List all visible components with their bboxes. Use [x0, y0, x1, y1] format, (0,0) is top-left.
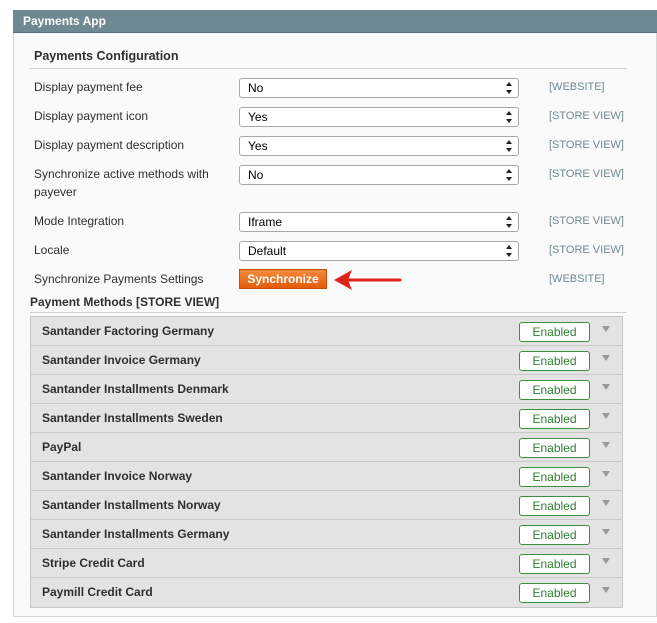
- select-value: Yes: [248, 139, 268, 153]
- expand-triangle-icon[interactable]: [602, 471, 610, 477]
- expand-triangle-icon[interactable]: [602, 326, 610, 332]
- scope-label: [STORE VIEW]: [549, 139, 624, 151]
- select-arrows-icon: [506, 82, 512, 94]
- sync-active-methods-select[interactable]: No: [239, 165, 519, 185]
- config-label: Display payment icon: [34, 109, 149, 123]
- enabled-badge: Enabled: [519, 554, 590, 574]
- select-value: No: [248, 168, 264, 182]
- synchronize-button[interactable]: Synchronize: [239, 269, 327, 289]
- method-row[interactable]: Paymill Credit Card Enabled: [31, 578, 622, 607]
- expand-triangle-icon[interactable]: [602, 587, 610, 593]
- payment-methods-list: Santander Factoring Germany Enabled Sant…: [30, 316, 623, 608]
- enabled-badge: Enabled: [519, 583, 590, 603]
- method-row[interactable]: PayPal Enabled: [31, 433, 622, 462]
- method-name: Santander Installments Denmark: [42, 382, 229, 396]
- enabled-badge: Enabled: [519, 496, 590, 516]
- expand-triangle-icon[interactable]: [602, 558, 610, 564]
- enabled-badge: Enabled: [519, 380, 590, 400]
- scope-label: [WEBSITE]: [549, 273, 605, 285]
- select-value: Default: [248, 244, 287, 258]
- method-name: Santander Installments Germany: [42, 527, 230, 541]
- config-label: Display payment fee: [34, 80, 143, 94]
- expand-triangle-icon[interactable]: [602, 442, 610, 448]
- method-name: Santander Installments Sweden: [42, 411, 223, 425]
- select-value: Iframe: [248, 215, 283, 229]
- method-name: Santander Installments Norway: [42, 498, 221, 512]
- method-name: PayPal: [42, 440, 82, 454]
- methods-divider: [30, 312, 627, 313]
- expand-triangle-icon[interactable]: [602, 413, 610, 419]
- select-arrows-icon: [506, 140, 512, 152]
- enabled-badge: Enabled: [519, 525, 590, 545]
- config-label: Display payment description: [34, 138, 185, 152]
- method-row[interactable]: Santander Installments Denmark Enabled: [31, 375, 622, 404]
- method-row[interactable]: Stripe Credit Card Enabled: [31, 549, 622, 578]
- method-row[interactable]: Santander Invoice Germany Enabled: [31, 346, 622, 375]
- config-label: Synchronize active methods with payever: [34, 167, 209, 199]
- expand-triangle-icon[interactable]: [602, 500, 610, 506]
- method-name: Paymill Credit Card: [42, 585, 153, 599]
- payment-methods-title: Payment Methods [STORE VIEW]: [30, 295, 220, 309]
- select-value: Yes: [248, 110, 268, 124]
- enabled-badge: Enabled: [519, 351, 590, 371]
- method-name: Santander Factoring Germany: [42, 324, 215, 338]
- locale-select[interactable]: Default: [239, 241, 519, 261]
- enabled-badge: Enabled: [519, 322, 590, 342]
- config-label: Locale: [34, 243, 70, 257]
- payment-fee-select[interactable]: No: [239, 78, 519, 98]
- select-value: No: [248, 81, 264, 95]
- config-label: Synchronize Payments Settings: [34, 272, 204, 286]
- select-arrows-icon: [506, 111, 512, 123]
- method-row[interactable]: Santander Factoring Germany Enabled: [31, 317, 622, 346]
- section-header[interactable]: Payments App: [13, 10, 657, 33]
- payment-icon-select[interactable]: Yes: [239, 107, 519, 127]
- enabled-badge: Enabled: [519, 467, 590, 487]
- scope-label: [STORE VIEW]: [549, 168, 624, 180]
- scope-label: [WEBSITE]: [549, 81, 605, 93]
- enabled-badge: Enabled: [519, 438, 590, 458]
- expand-triangle-icon[interactable]: [602, 529, 610, 535]
- config-label: Mode Integration: [34, 214, 125, 228]
- mode-integration-select[interactable]: Iframe: [239, 212, 519, 232]
- select-arrows-icon: [506, 245, 512, 257]
- method-row[interactable]: Santander Installments Germany Enabled: [31, 520, 622, 549]
- method-name: Santander Invoice Germany: [42, 353, 201, 367]
- expand-triangle-icon[interactable]: [602, 355, 610, 361]
- method-name: Stripe Credit Card: [42, 556, 145, 570]
- method-row[interactable]: Santander Installments Sweden Enabled: [31, 404, 622, 433]
- annotation-arrow-icon: [334, 270, 402, 290]
- scope-label: [STORE VIEW]: [549, 215, 624, 227]
- expand-triangle-icon[interactable]: [602, 384, 610, 390]
- enabled-badge: Enabled: [519, 409, 590, 429]
- scope-label: [STORE VIEW]: [549, 110, 624, 122]
- payment-description-select[interactable]: Yes: [239, 136, 519, 156]
- method-name: Santander Invoice Norway: [42, 469, 193, 483]
- select-arrows-icon: [506, 216, 512, 228]
- select-arrows-icon: [506, 169, 512, 181]
- method-row[interactable]: Santander Invoice Norway Enabled: [31, 462, 622, 491]
- method-row[interactable]: Santander Installments Norway Enabled: [31, 491, 622, 520]
- config-group-title: Payments Configuration: [34, 49, 179, 63]
- config-divider: [30, 68, 627, 69]
- scope-label: [STORE VIEW]: [549, 244, 624, 256]
